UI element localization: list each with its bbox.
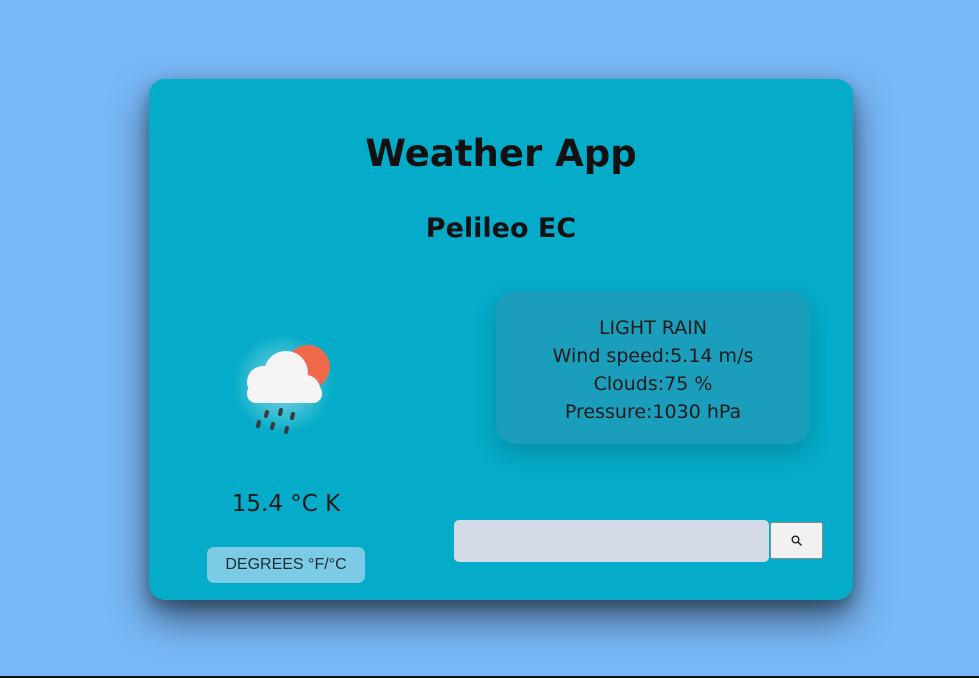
cloud-sun-rain-icon <box>233 334 333 434</box>
weather-details-panel: LIGHT RAIN Wind speed:5.14 m/s Clouds:75… <box>496 291 810 444</box>
search-icon <box>791 535 802 546</box>
weather-card: Weather App Pelileo EC 15.4 °C K DEGREES… <box>149 79 853 600</box>
cloud-coverage: Clouds:75 % <box>593 373 713 395</box>
app-title: Weather App <box>365 132 637 175</box>
city-search-input[interactable] <box>454 520 769 562</box>
unit-toggle-button[interactable]: DEGREES °F/°C <box>207 547 365 583</box>
weather-description: LIGHT RAIN <box>598 317 708 339</box>
temperature-value: 15.4 °C K <box>231 491 341 517</box>
wind-speed: Wind speed:5.14 m/s <box>552 345 754 367</box>
location-name: Pelileo EC <box>425 213 577 244</box>
pressure-value: Pressure:1030 hPa <box>564 401 742 423</box>
search-button[interactable] <box>770 522 823 559</box>
